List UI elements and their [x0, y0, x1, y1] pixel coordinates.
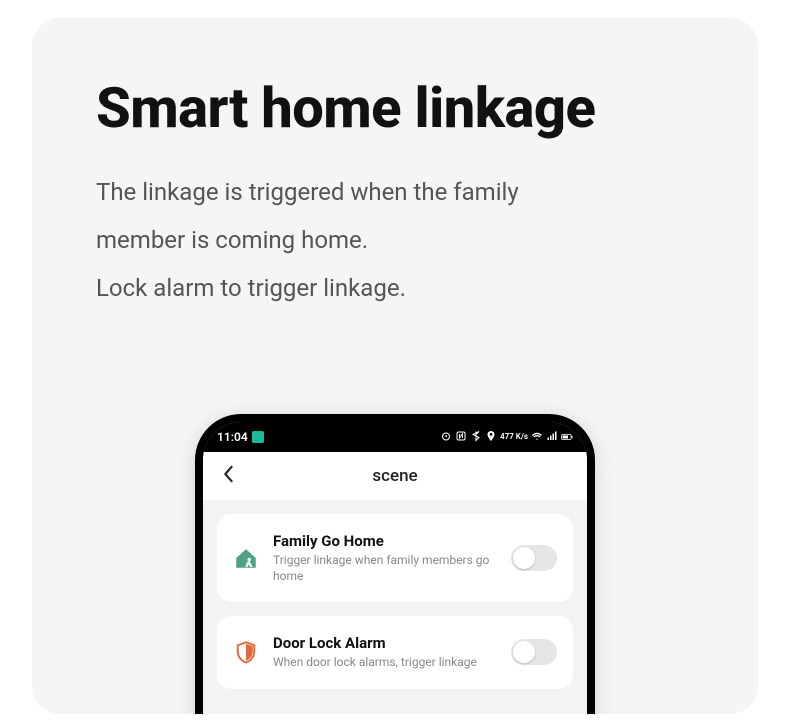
toggle-knob: [513, 547, 535, 569]
signal-icon: [546, 430, 558, 445]
scene-card-door-lock-alarm[interactable]: Door Lock Alarm When door lock alarms, t…: [217, 616, 573, 688]
screen-title: scene: [203, 466, 587, 486]
scene-text: Door Lock Alarm When door lock alarms, t…: [273, 634, 497, 670]
scene-toggle[interactable]: [511, 545, 557, 571]
page-title: Smart home linkage: [96, 78, 694, 140]
scene-toggle[interactable]: [511, 639, 557, 665]
status-left: 11:04: [217, 430, 264, 444]
desc-line-1: The linkage is triggered when the family: [96, 168, 694, 216]
wifi-icon: [531, 430, 543, 445]
phone-mockup: 11:04: [195, 414, 595, 714]
scene-title: Door Lock Alarm: [273, 634, 497, 652]
scene-list: Family Go Home Trigger linkage when fami…: [203, 500, 587, 703]
alarm-icon: [440, 430, 452, 445]
home-person-icon: [233, 545, 259, 571]
shield-icon: [233, 639, 259, 665]
status-right: 477 K/s: [440, 430, 573, 445]
phone-screen: 11:04: [203, 422, 587, 714]
top-red-banner: [0, 0, 790, 6]
phone-frame: 11:04: [195, 414, 595, 714]
status-app-badge-icon: [252, 431, 264, 443]
scene-text: Family Go Home Trigger linkage when fami…: [273, 532, 497, 584]
app-header: scene: [203, 452, 587, 500]
desc-line-3: Lock alarm to trigger linkage.: [96, 264, 694, 312]
page-description: The linkage is triggered when the family…: [96, 168, 694, 312]
scene-description: When door lock alarms, trigger linkage: [273, 654, 497, 670]
battery-icon: [561, 431, 573, 443]
scene-card-family-go-home[interactable]: Family Go Home Trigger linkage when fami…: [217, 514, 573, 602]
status-bar: 11:04: [203, 422, 587, 452]
back-button[interactable]: [213, 458, 243, 494]
bluetooth-icon: [470, 430, 482, 445]
status-time: 11:04: [217, 430, 248, 444]
toggle-knob: [513, 641, 535, 663]
location-icon: [485, 430, 497, 445]
chevron-left-icon: [221, 465, 235, 483]
feature-card: Smart home linkage The linkage is trigge…: [32, 18, 758, 714]
scene-title: Family Go Home: [273, 532, 497, 550]
desc-line-2: member is coming home.: [96, 216, 694, 264]
nfc-icon: [455, 430, 467, 445]
scene-description: Trigger linkage when family members go h…: [273, 552, 497, 584]
network-speed: 477 K/s: [500, 433, 528, 441]
